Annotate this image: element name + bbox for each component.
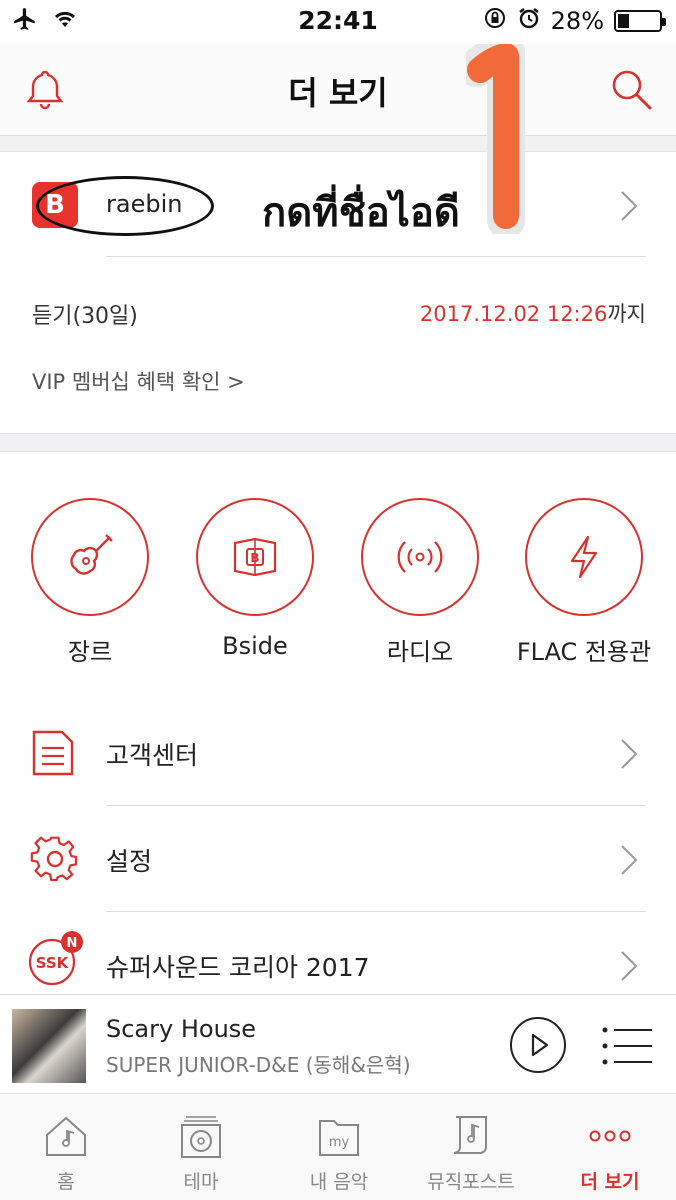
song-artist: SUPER JUNIOR-D&E (동해&은혁) [106,1053,411,1077]
gear-icon [30,834,80,888]
lightning-icon [525,498,643,616]
page-title: 더 보기 [288,74,388,112]
tab-my-music[interactable]: my 내 음악 [279,1113,399,1194]
shortcut-label: 라디오 [386,638,454,666]
radio-icon [361,498,479,616]
music-post-icon [453,1116,487,1154]
expiry-date: 2017.12.02 12:26 [419,302,608,326]
play-button[interactable] [510,1017,566,1073]
rotation-lock-icon [483,6,507,36]
shortcut-grid: 장르 B Bside 라디오 FLAC 전용관 [0,452,676,692]
svg-text:B: B [250,551,259,565]
menu-item-label: 고객센터 [106,741,199,770]
chevron-right-icon [618,734,640,778]
top-nav-bar: 더 보기 [0,44,676,136]
more-icon [589,1130,631,1142]
guitar-icon [31,498,149,616]
tab-theme[interactable]: 테마 [141,1113,261,1194]
shortcut-label: 장르 [67,638,113,666]
alarm-icon [517,6,541,36]
play-icon [531,1033,549,1057]
my-icon-text: my [329,1135,350,1150]
tab-label: 뮤직포스트 [427,1171,515,1193]
battery-level [618,14,629,28]
chevron-right-icon[interactable] [618,186,640,230]
tab-music-post[interactable]: 뮤직포스트 [411,1113,531,1194]
annotation-number [457,33,546,239]
section-gap [0,136,676,152]
divider [106,256,646,257]
status-right: 28% [483,6,666,36]
tab-label: 테마 [183,1171,219,1193]
vip-benefits-link[interactable]: VIP 멤버십 혜택 확인 > [32,366,245,396]
battery-icon [614,10,666,32]
new-badge: N [67,936,78,951]
subscription-expiry: 2017.12.02 12:26까지 [420,298,646,328]
menu-item-settings[interactable]: 설정 [0,806,676,912]
menu-item-super-sound[interactable]: SSK N 슈퍼사운드 코리아 2017 [0,912,676,994]
expiry-suffix: 까지 [607,302,646,326]
document-icon [30,728,76,782]
ssk-icon: SSK N [26,928,88,994]
menu-item-customer-center[interactable]: 고객센터 [0,700,676,806]
home-icon [46,1116,86,1156]
song-title: Scary House [106,1015,257,1043]
theme-icon [181,1116,221,1158]
username[interactable]: raebin [106,190,182,218]
status-bar: 22:41 28% [0,0,676,44]
shortcut-label: FLAC 전용관 [516,638,652,666]
section-gap [0,434,676,452]
tab-home[interactable]: 홈 [6,1113,126,1194]
search-icon[interactable] [608,66,654,116]
album-art[interactable] [12,1009,86,1083]
shortcut-bside[interactable]: B Bside [175,498,335,660]
shortcut-radio[interactable]: 라디오 [340,498,500,667]
shortcut-flac[interactable]: FLAC 전용관 [504,498,664,667]
menu-item-label: 설정 [106,847,153,876]
ssk-icon-text: SSK [36,954,70,972]
chevron-right-icon [618,946,640,990]
profile-section: B raebin กดที่ชื่อไอดี 듣기(30일) 2017.12.0… [0,152,676,434]
shortcut-genre[interactable]: 장르 [10,498,170,667]
my-music-icon: my [319,1120,359,1156]
mini-player[interactable]: Scary House SUPER JUNIOR-D&E (동해&은혁) [0,994,676,1094]
bottom-tab-bar: 홈 테마 my 내 음악 뮤직포스트 더 보기 [0,1095,676,1200]
subscription-label: 듣기(30일) [32,304,138,329]
tab-label: 홈 [57,1171,75,1193]
annotation-text: กดที่ชื่อไอดี [262,190,460,236]
playlist-icon[interactable] [602,1027,654,1069]
menu-item-label: 슈퍼사운드 코리아 2017 [106,953,370,982]
tab-label: 내 음악 [309,1171,369,1193]
bside-icon: B [196,498,314,616]
chevron-right-icon [618,840,640,884]
tab-label: 더 보기 [580,1171,640,1193]
battery-percent: 28% [550,7,604,35]
shortcut-label: Bside [222,632,288,660]
tab-more[interactable]: 더 보기 [550,1113,670,1194]
